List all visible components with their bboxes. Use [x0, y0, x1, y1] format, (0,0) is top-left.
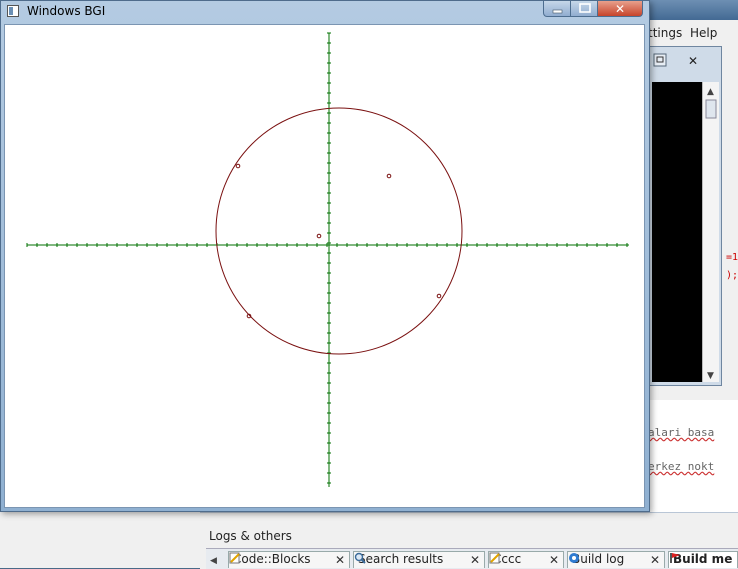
tab-label: Search results: [358, 552, 444, 566]
console-scrollbar[interactable]: ▲ ▼: [702, 82, 719, 382]
bgi-window: Windows BGI ✕: [0, 0, 650, 512]
code-fragment: );: [726, 270, 738, 281]
code-fragment: =1: [726, 252, 738, 263]
svg-text:▼: ▼: [707, 371, 714, 381]
minimize-icon: [552, 9, 563, 14]
tab-build-log[interactable]: Build log ✕: [567, 551, 665, 568]
console-output: [652, 82, 702, 382]
graphics-canvas[interactable]: [4, 24, 645, 508]
point-marker: [235, 163, 241, 169]
bgi-drawing: [26, 32, 629, 487]
magnifier-icon: [354, 552, 366, 564]
code-line: alari basa: [648, 426, 715, 439]
console-close-icon: ✕: [688, 54, 698, 68]
tab-label: Code::Blocks: [233, 552, 311, 566]
svg-text:▲: ▲: [707, 87, 714, 97]
point-marker: [386, 173, 392, 179]
tab-codeblocks[interactable]: Code::Blocks ✕: [228, 551, 350, 568]
tab-cccc[interactable]: Cccc ✕: [488, 551, 564, 568]
maximize-icon: [579, 3, 591, 13]
console-restore-icon: [653, 53, 667, 67]
tab-search-results[interactable]: Search results ✕: [353, 551, 485, 568]
menu-settings[interactable]: ttings: [648, 26, 682, 40]
notepad-icon: [229, 552, 240, 564]
point-marker: [436, 293, 442, 299]
close-icon[interactable]: ✕: [470, 553, 480, 567]
notepad-icon: [489, 552, 500, 564]
gear-icon: [569, 553, 579, 563]
maximize-button[interactable]: [570, 1, 598, 17]
tab-label: Build me: [673, 552, 733, 566]
menubar: ttings Help: [640, 24, 738, 42]
window-title: Windows BGI: [27, 4, 106, 18]
logs-title: Logs & others: [209, 529, 292, 543]
close-icon[interactable]: ✕: [650, 553, 660, 567]
tab-scroll-left-icon: ◀: [210, 556, 217, 566]
point-marker: [316, 233, 322, 239]
console-titlebar: ✕: [648, 52, 720, 70]
code-line: erkez nokt: [648, 460, 715, 473]
close-button[interactable]: ✕: [597, 1, 643, 17]
menu-help[interactable]: Help: [690, 26, 717, 40]
flag-icon: [670, 553, 680, 563]
tab-build-messages[interactable]: Build me: [668, 551, 738, 568]
close-icon: ✕: [615, 2, 625, 16]
window-app-icon: [7, 5, 19, 17]
close-icon[interactable]: ✕: [335, 553, 345, 567]
minimize-button[interactable]: [543, 1, 571, 17]
left-panel: [0, 512, 200, 568]
close-icon[interactable]: ✕: [549, 553, 559, 567]
circle-shape: [215, 107, 463, 355]
